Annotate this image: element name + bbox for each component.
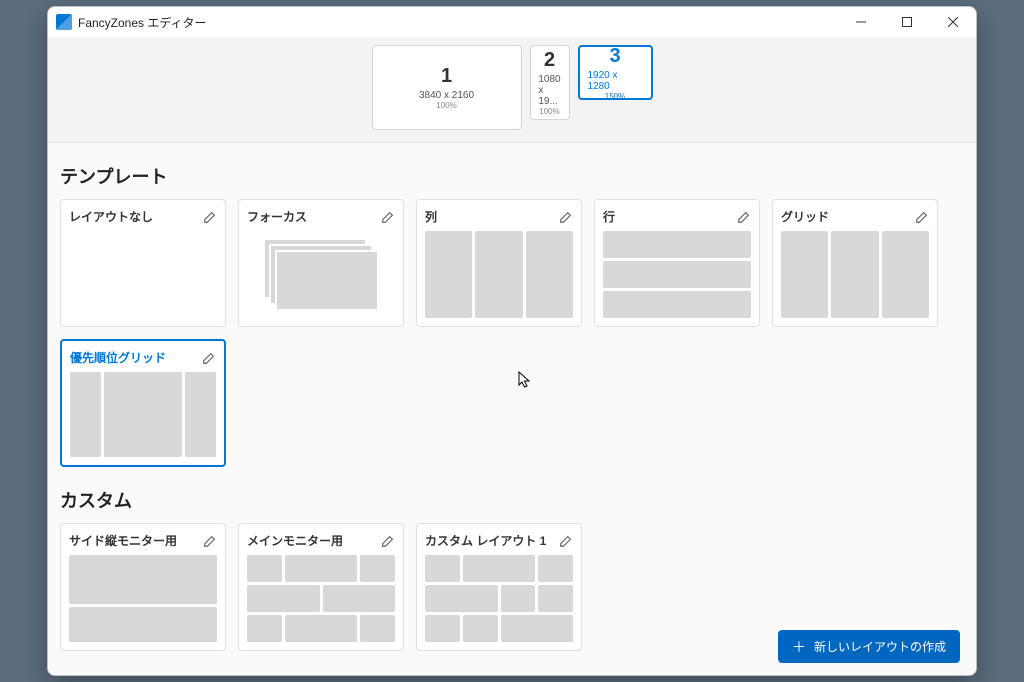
layout-card-custom[interactable]: サイド縦モニター用 (60, 523, 226, 651)
layout-card-focus[interactable]: フォーカス (238, 199, 404, 327)
pencil-icon[interactable] (915, 210, 929, 224)
monitor-resolution: 1080 x 19... (538, 74, 560, 107)
pencil-icon[interactable] (203, 210, 217, 224)
monitor-number: 3 (609, 45, 620, 68)
plus-icon: ＋ (792, 640, 806, 654)
monitor-number: 1 (441, 65, 452, 88)
window-title: FancyZones エディター (78, 14, 838, 31)
pencil-icon[interactable] (559, 534, 573, 548)
layout-title: メインモニター用 (247, 532, 343, 549)
layout-card-grid[interactable]: グリッド (772, 199, 938, 327)
layout-card-columns[interactable]: 列 (416, 199, 582, 327)
layout-card-custom[interactable]: カスタム レイアウト 1 (416, 523, 582, 651)
section-title-custom: カスタム (60, 487, 964, 513)
window-controls (838, 7, 976, 37)
templates-grid: レイアウトなし フォーカス (60, 199, 964, 467)
layout-title: 行 (603, 208, 615, 225)
close-button[interactable] (930, 7, 976, 37)
app-window: FancyZones エディター 1 3840 x 2160 100% 2 10… (47, 6, 977, 676)
layout-preview (425, 555, 573, 642)
layout-preview (70, 372, 216, 457)
layout-title: サイド縦モニター用 (69, 532, 177, 549)
layout-card-none[interactable]: レイアウトなし (60, 199, 226, 327)
section-title-templates: テンプレート (60, 163, 964, 189)
pencil-icon[interactable] (203, 534, 217, 548)
maximize-button[interactable] (884, 7, 930, 37)
layout-preview (247, 555, 395, 642)
layout-preview (603, 231, 751, 318)
pencil-icon[interactable] (202, 351, 216, 365)
monitor-number: 2 (544, 49, 555, 72)
monitor-card-selected[interactable]: 3 1920 x 1280 150% (578, 45, 653, 100)
layout-title: 優先順位グリッド (70, 349, 166, 366)
new-layout-button[interactable]: ＋ 新しいレイアウトの作成 (778, 630, 960, 663)
monitor-resolution: 3840 x 2160 (419, 90, 474, 101)
pencil-icon[interactable] (381, 210, 395, 224)
title-bar: FancyZones エディター (48, 7, 976, 37)
layout-title: 列 (425, 208, 437, 225)
new-layout-label: 新しいレイアウトの作成 (814, 638, 946, 655)
minimize-button[interactable] (838, 7, 884, 37)
monitor-scale: 150% (605, 92, 625, 101)
layout-card-custom[interactable]: メインモニター用 (238, 523, 404, 651)
app-icon (56, 14, 72, 30)
layout-preview (69, 555, 217, 642)
layout-preview (247, 231, 395, 318)
layout-title: カスタム レイアウト 1 (425, 532, 546, 549)
monitor-card[interactable]: 2 1080 x 19... 100% (530, 45, 570, 120)
layout-preview (781, 231, 929, 318)
layout-card-priority-grid[interactable]: 優先順位グリッド (60, 339, 226, 467)
monitor-selector: 1 3840 x 2160 100% 2 1080 x 19... 100% 3… (48, 37, 976, 143)
monitor-card[interactable]: 1 3840 x 2160 100% (372, 45, 522, 130)
layout-title: レイアウトなし (69, 208, 153, 225)
layout-card-rows[interactable]: 行 (594, 199, 760, 327)
pencil-icon[interactable] (381, 534, 395, 548)
monitor-scale: 100% (436, 101, 456, 110)
content-area: テンプレート レイアウトなし フォーカス (48, 143, 976, 675)
layout-title: フォーカス (247, 208, 307, 225)
monitor-resolution: 1920 x 1280 (588, 70, 643, 92)
pencil-icon[interactable] (737, 210, 751, 224)
layout-preview (425, 231, 573, 318)
pencil-icon[interactable] (559, 210, 573, 224)
layout-title: グリッド (781, 208, 829, 225)
monitor-scale: 100% (539, 107, 559, 116)
layout-preview (69, 231, 217, 318)
